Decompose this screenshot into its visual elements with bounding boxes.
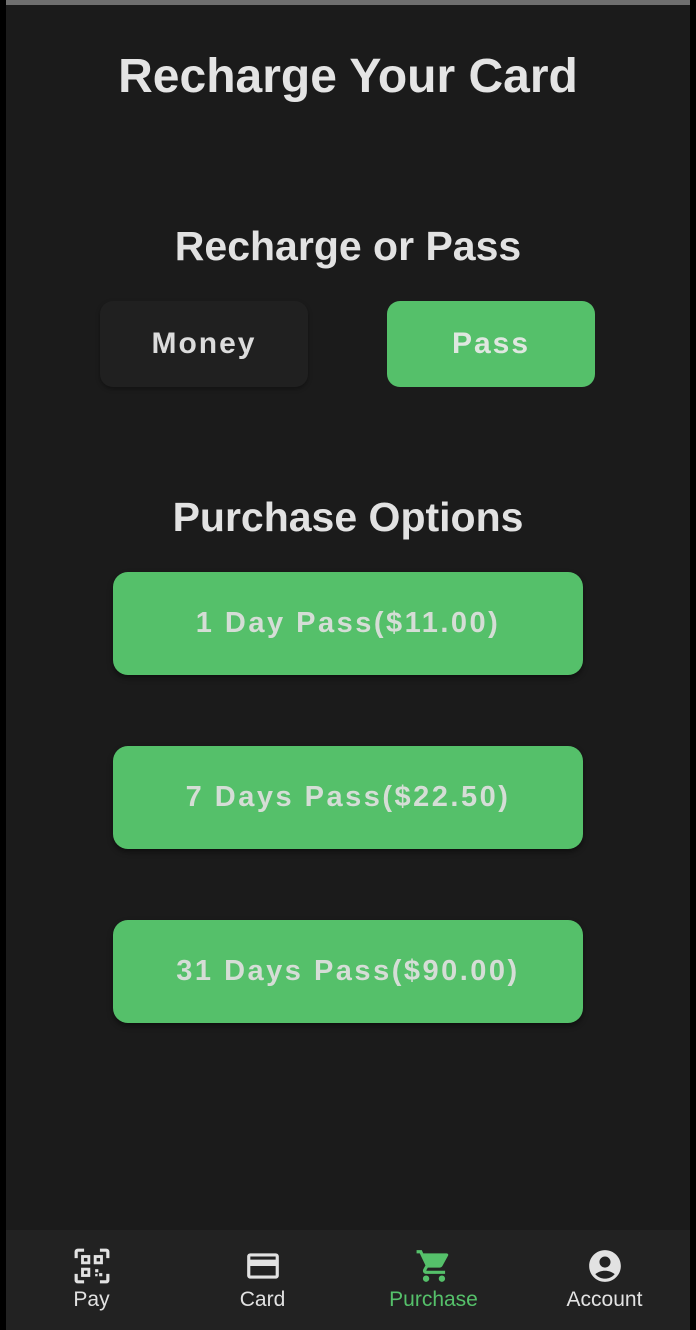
nav-item-pay[interactable]: Pay: [6, 1230, 177, 1330]
purchase-options-heading: Purchase Options: [172, 494, 524, 540]
status-strip: [6, 0, 690, 5]
thirty-one-days-pass-button[interactable]: 31 Days Pass($90.00): [113, 920, 583, 1023]
cart-icon: [415, 1247, 453, 1285]
nav-label-account: Account: [566, 1288, 643, 1311]
nav-item-card[interactable]: Card: [177, 1230, 348, 1330]
bottom-navigation: Pay Card Purchase Account: [6, 1230, 690, 1330]
pass-toggle-button[interactable]: Pass: [387, 301, 595, 387]
nav-label-purchase: Purchase: [389, 1288, 478, 1311]
app-container: Recharge Your Card Recharge or Pass Mone…: [6, 0, 690, 1330]
nav-item-account[interactable]: Account: [519, 1230, 690, 1330]
nav-label-card: Card: [239, 1288, 286, 1311]
account-circle-icon: [586, 1247, 624, 1285]
nav-item-purchase[interactable]: Purchase: [348, 1230, 519, 1330]
nav-label-pay: Pay: [73, 1288, 110, 1311]
page-title: Recharge Your Card: [118, 50, 578, 103]
recharge-or-pass-heading: Recharge or Pass: [174, 223, 522, 269]
device-screen: Recharge Your Card Recharge or Pass Mone…: [0, 0, 696, 1330]
seven-days-pass-button[interactable]: 7 Days Pass($22.50): [113, 746, 583, 849]
one-day-pass-button[interactable]: 1 Day Pass($11.00): [113, 572, 583, 675]
credit-card-icon: [244, 1247, 282, 1285]
money-toggle-button[interactable]: Money: [100, 301, 308, 387]
qr-code-icon: [73, 1247, 111, 1285]
